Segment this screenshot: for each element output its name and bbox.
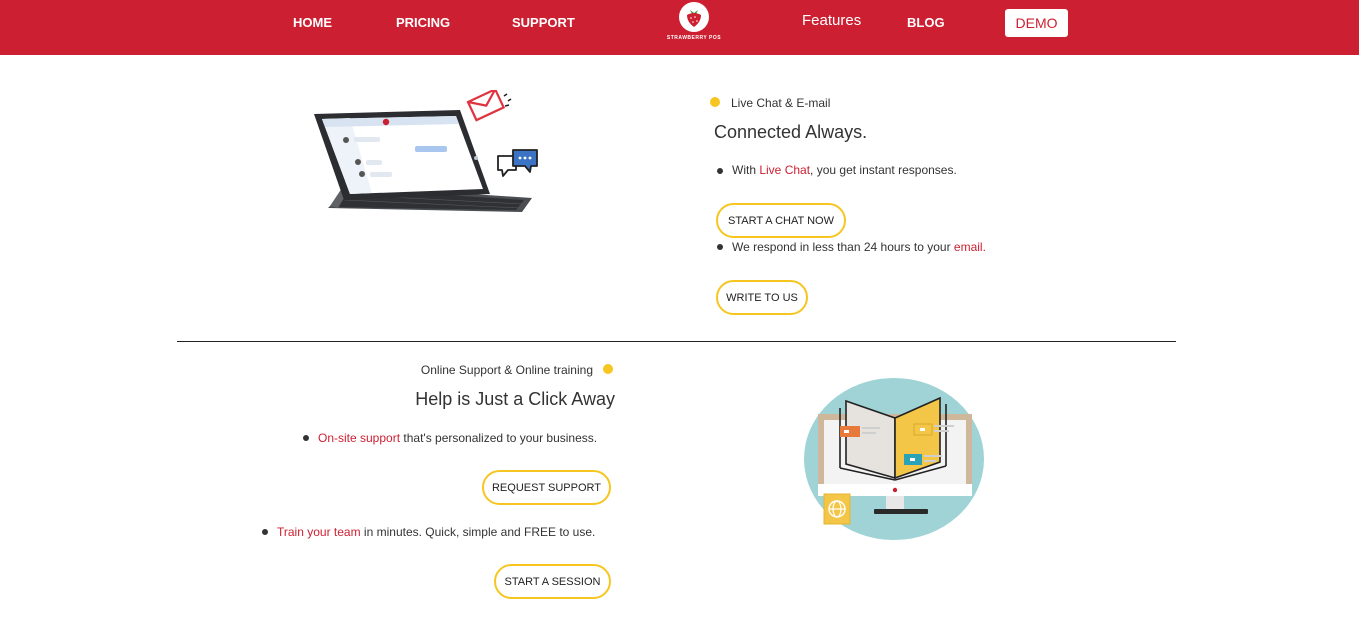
nav-home-link[interactable]: HOME [293, 15, 332, 30]
onsite-support-link[interactable]: On-site support [318, 431, 400, 445]
bullet-icon [262, 529, 268, 535]
email-link[interactable]: email. [954, 240, 986, 254]
bullet-icon [717, 168, 723, 174]
start-session-button[interactable]: START A SESSION [494, 564, 611, 599]
nav-pricing-link[interactable]: PRICING [396, 15, 450, 30]
nav-blog-link[interactable]: BLOG [907, 15, 945, 30]
bullet-icon [303, 435, 309, 441]
live-chat-link[interactable]: Live Chat [759, 163, 810, 177]
strawberry-icon [687, 10, 701, 27]
tablet-illustration [314, 90, 538, 212]
nav-support-link[interactable]: SUPPORT [512, 15, 575, 30]
live-chat-text-pre: With [732, 163, 760, 177]
chat-bubbles-icon [497, 149, 538, 177]
brand-logo[interactable]: STRAWBERRY POS [656, 2, 732, 44]
section-eyebrow: Live Chat & E-mail [731, 96, 831, 110]
section-heading: Help is Just a Click Away [415, 389, 615, 409]
start-chat-button[interactable]: START A CHAT NOW [716, 203, 846, 238]
email-text-pre: We respond in less than 24 hours to your [732, 240, 954, 254]
section-heading: Connected Always. [714, 122, 868, 142]
onsite-support-text-post: that's personalized to your business. [400, 431, 598, 445]
monitor-book-illustration [804, 378, 984, 540]
live-chat-text-post: , you get instant responses. [810, 163, 957, 177]
train-team-text-post: in minutes. Quick, simple and FREE to us… [360, 525, 596, 539]
live-chat-description: With Live Chat, you get instant response… [732, 163, 957, 177]
write-to-us-button[interactable]: WRITE TO US [716, 280, 808, 315]
section-marker-dot [603, 364, 613, 374]
train-team-description: Train your team in minutes. Quick, simpl… [277, 525, 595, 539]
logo-badge [679, 2, 709, 32]
request-support-button[interactable]: REQUEST SUPPORT [482, 470, 611, 505]
bullet-icon [717, 244, 723, 250]
onsite-support-description: On-site support that's personalized to y… [318, 431, 597, 445]
demo-button[interactable]: DEMO [1005, 9, 1068, 37]
logo-wordmark: STRAWBERRY POS [666, 35, 722, 41]
top-navbar: HOME PRICING SUPPORT STRAWBERRY POS Feat… [0, 0, 1359, 55]
email-description: We respond in less than 24 hours to your… [732, 240, 986, 254]
section-eyebrow: Online Support & Online training [420, 363, 593, 377]
section-divider [177, 341, 1176, 342]
envelope-icon [466, 90, 506, 122]
section-marker-dot [710, 97, 720, 107]
train-team-link[interactable]: Train your team [277, 525, 361, 539]
nav-features-link[interactable]: Features [802, 12, 861, 29]
